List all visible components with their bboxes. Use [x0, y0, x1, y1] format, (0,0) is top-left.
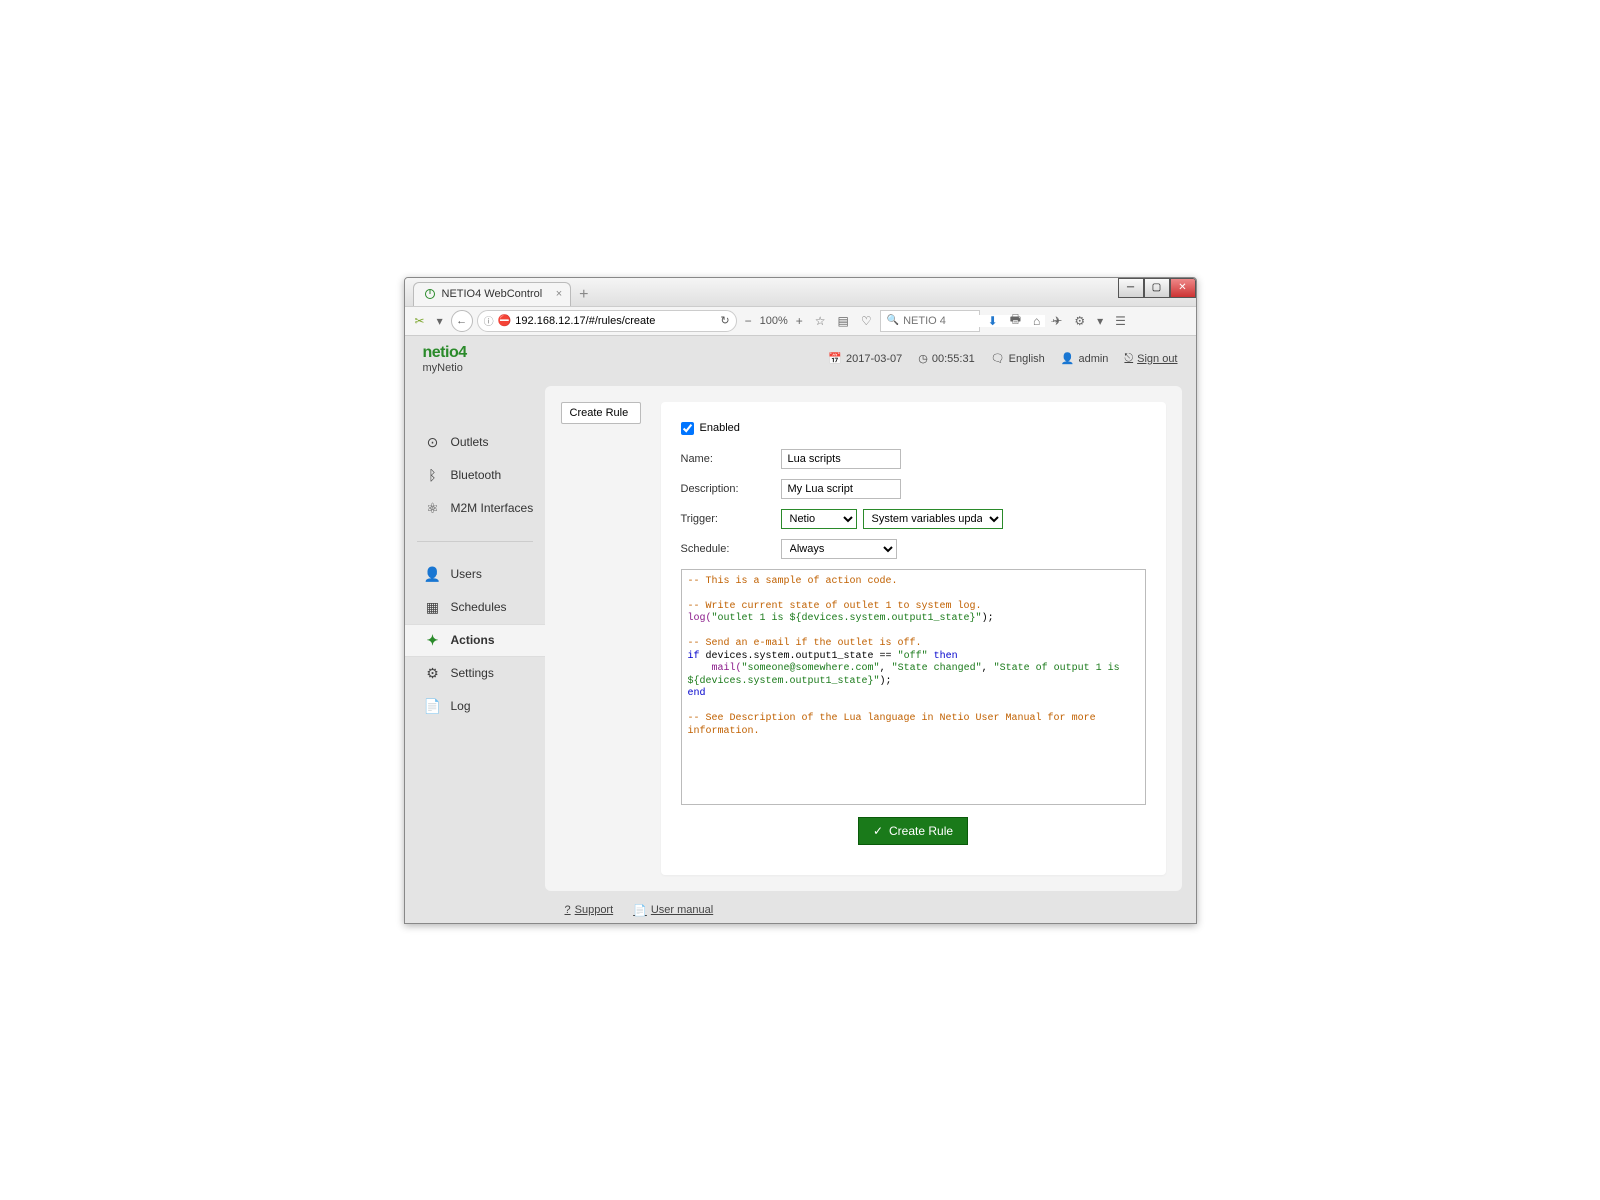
schedules-icon: ▦ [425, 599, 441, 615]
header-user: admin [1078, 353, 1108, 365]
footer: ?Support 📄User manual [565, 904, 714, 917]
manual-link[interactable]: 📄User manual [633, 904, 713, 917]
user-icon: 👤 [1061, 352, 1075, 365]
extension-icon[interactable]: ✂ [411, 312, 429, 330]
calendar-icon: 📅 [828, 352, 842, 365]
pocket-icon[interactable]: ♡ [857, 312, 876, 330]
log-icon: 📄 [425, 698, 441, 714]
reload-icon[interactable]: ↻ [720, 314, 729, 327]
search-bar[interactable]: 🔍 → [880, 310, 980, 332]
info-icon[interactable]: ⓘ [484, 313, 494, 328]
sidebar-item-users[interactable]: 👤Users [405, 558, 545, 591]
support-link[interactable]: ?Support [565, 904, 614, 917]
tab-create-rule[interactable]: Create Rule [561, 402, 641, 424]
main-panel: Create Rule Enabled Name: Description: [545, 386, 1182, 891]
enabled-label: Enabled [700, 422, 740, 434]
address-bar[interactable]: ⓘ ⛔ ↻ [477, 310, 737, 332]
print-icon[interactable]: 🖶 [1006, 308, 1025, 333]
description-input[interactable] [781, 479, 901, 499]
sidebar-item-actions[interactable]: ✦Actions [405, 624, 545, 657]
sidebar-item-bluetooth[interactable]: ᛒBluetooth [405, 459, 545, 492]
trigger-label: Trigger: [681, 513, 781, 525]
signout-icon: ⎋ [1124, 352, 1133, 365]
sidebar-item-schedules[interactable]: ▦Schedules [405, 591, 545, 624]
name-input[interactable] [781, 449, 901, 469]
check-icon: ✓ [873, 824, 883, 838]
header-info: 📅 2017-03-07 ◷ 00:55:31 🗨English 👤admin ⎋S… [828, 352, 1177, 365]
code-editor[interactable]: -- This is a sample of action code. -- W… [681, 569, 1146, 805]
menu-icon[interactable]: ☰ [1111, 312, 1130, 330]
browser-toolbar: ✂ ▾ ← ⓘ ⛔ ↻ − 100% + ☆ ▤ ♡ 🔍 → ⬇ 🖶 ⌂ ✈ ⚙… [405, 306, 1196, 336]
minimize-button[interactable]: ─ [1118, 278, 1144, 298]
trigger-category-select[interactable]: Netio [781, 509, 857, 529]
titlebar: NETIO4 WebControl × + ─ ▢ ✕ [405, 278, 1196, 306]
schedule-label: Schedule: [681, 543, 781, 555]
users-icon: 👤 [425, 566, 441, 582]
signout-link[interactable]: ⎋Sign out [1124, 352, 1177, 365]
create-rule-button[interactable]: ✓ Create Rule [858, 817, 968, 845]
actions-icon: ✦ [425, 632, 441, 648]
send-icon[interactable]: ✈ [1048, 312, 1066, 330]
nav-divider [417, 541, 533, 542]
language-selector[interactable]: 🗨English [991, 352, 1045, 365]
tab-close-icon[interactable]: × [556, 288, 562, 300]
schedule-select[interactable]: Always [781, 539, 897, 559]
more-dropdown-icon[interactable]: ▾ [1093, 312, 1107, 330]
zoom-in-button[interactable]: + [792, 312, 807, 330]
block-icon[interactable]: ⛔ [498, 314, 512, 327]
description-label: Description: [681, 483, 781, 495]
browser-window: NETIO4 WebControl × + ─ ▢ ✕ ✂ ▾ ← ⓘ ⛔ ↻ … [404, 277, 1197, 924]
header-time: 00:55:31 [932, 353, 975, 365]
back-button[interactable]: ← [451, 310, 473, 332]
url-input[interactable] [515, 315, 716, 327]
maximize-button[interactable]: ▢ [1144, 278, 1170, 298]
document-icon: 📄 [633, 904, 647, 917]
app-body: netio4 myNetio 📅2017-03-07 ◷00:55:31 🗨En… [405, 336, 1196, 923]
puzzle-icon[interactable]: ⚙ [1070, 312, 1089, 330]
m2m-icon: ⚛ [425, 500, 441, 516]
name-label: Name: [681, 453, 781, 465]
dropdown-icon[interactable]: ▾ [433, 312, 447, 330]
window-controls: ─ ▢ ✕ [1118, 278, 1196, 298]
search-icon: 🔍 [887, 315, 899, 326]
header-bar: netio4 myNetio 📅2017-03-07 ◷00:55:31 🗨En… [405, 336, 1196, 370]
sidebar-item-log[interactable]: 📄Log [405, 690, 545, 723]
sidebar: ⊙Outlets ᛒBluetooth ⚛M2M Interfaces 👤Use… [405, 386, 545, 891]
enabled-checkbox[interactable] [681, 422, 694, 435]
zoom-level: 100% [760, 315, 788, 327]
close-button[interactable]: ✕ [1170, 278, 1196, 298]
settings-icon: ⚙ [425, 665, 441, 681]
sidebar-item-settings[interactable]: ⚙Settings [405, 657, 545, 690]
bluetooth-icon: ᛒ [425, 467, 441, 483]
logo: netio4 [423, 344, 467, 362]
new-tab-button[interactable]: + [579, 286, 588, 306]
logo-subtitle: myNetio [423, 362, 467, 374]
rule-form: Enabled Name: Description: Trigger: Neti… [661, 402, 1166, 875]
zoom-out-button[interactable]: − [741, 312, 756, 330]
tab-title: NETIO4 WebControl [442, 288, 543, 300]
download-icon[interactable]: ⬇ [984, 312, 1002, 330]
panel-tabs: Create Rule [561, 402, 641, 875]
sidebar-item-m2m[interactable]: ⚛M2M Interfaces [405, 492, 545, 525]
home-icon[interactable]: ⌂ [1029, 312, 1044, 330]
content-wrap: ⊙Outlets ᛒBluetooth ⚛M2M Interfaces 👤Use… [405, 386, 1196, 891]
library-icon[interactable]: ▤ [834, 312, 853, 330]
power-icon [424, 288, 436, 300]
header-date: 2017-03-07 [846, 353, 902, 365]
clock-icon: ◷ [918, 352, 928, 365]
outlets-icon: ⊙ [425, 434, 441, 450]
help-icon: ? [565, 904, 571, 916]
speech-icon: 🗨 [991, 352, 1005, 365]
trigger-event-select[interactable]: System variables updated [863, 509, 1003, 529]
sidebar-item-outlets[interactable]: ⊙Outlets [405, 426, 545, 459]
browser-tab[interactable]: NETIO4 WebControl × [413, 282, 572, 306]
bookmark-icon[interactable]: ☆ [811, 312, 830, 330]
